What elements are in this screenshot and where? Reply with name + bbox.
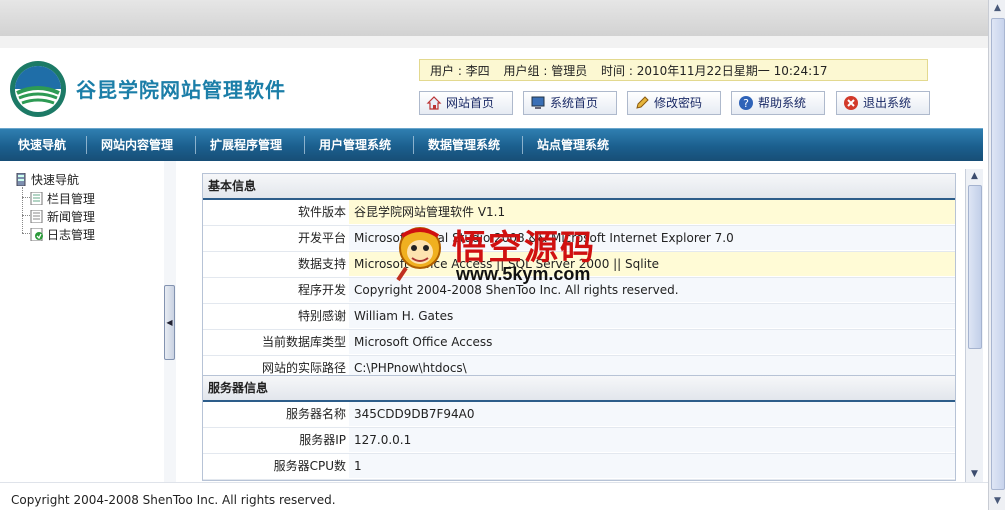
change-password-label: 修改密码 <box>654 96 703 110</box>
copyright-text: Copyright 2004-2008 ShenToo Inc. All rig… <box>11 493 336 507</box>
top-band <box>0 0 988 36</box>
sidebar-item-label: 新闻管理 <box>47 210 96 224</box>
table-row: 当前数据库类型 Microsoft Office Access <box>203 330 955 356</box>
watermark-url: www.5kym.com <box>456 264 591 284</box>
help-button[interactable]: ? 帮助系统 <box>731 91 825 115</box>
row-label: 数据支持 <box>297 257 346 271</box>
table-row: 服务器名称 345CDD9DB7F94A0 <box>203 402 955 428</box>
nav-extensions[interactable]: 扩展程序管理 <box>210 129 282 161</box>
watermark-text: 悟空源码 <box>452 228 596 268</box>
top-band-lower <box>0 36 988 48</box>
log-icon <box>30 227 44 242</box>
nav-separator <box>195 136 196 154</box>
row-label: 特别感谢 <box>297 309 346 323</box>
logout-label: 退出系统 <box>863 96 912 110</box>
main-nav-bar: 快速导航 网站内容管理 扩展程序管理 用户管理系统 数据管理系统 站点管理系统 <box>0 128 983 161</box>
scroll-down-icon[interactable]: ▼ <box>990 494 1005 509</box>
scroll-up-icon[interactable]: ▲ <box>990 1 1005 16</box>
server-info-title: 服务器信息 <box>203 376 955 402</box>
sidebar-tree: 快速导航 栏目管理 新闻管理 日志管理 <box>0 161 165 482</box>
user-info-bar: 用户 : 李四 用户组 : 管理员 时间 : 2010年11月22日星期一 10… <box>419 59 928 81</box>
main-content: 基本信息 软件版本 谷昆学院网站管理软件 V1.1 开发平台 Microsoft… <box>176 161 984 482</box>
sidebar-item-news[interactable]: 新闻管理 <box>30 208 95 225</box>
nav-separator <box>522 136 523 154</box>
nav-quick[interactable]: 快速导航 <box>18 129 66 161</box>
help-icon: ? <box>738 95 754 111</box>
site-home-label: 网站首页 <box>446 96 495 110</box>
row-label: 当前数据库类型 <box>261 335 346 349</box>
chevron-left-icon: ◀ <box>166 318 173 327</box>
table-row: 特别感谢 William H. Gates <box>203 304 955 330</box>
change-password-button[interactable]: 修改密码 <box>627 91 721 115</box>
footer: Copyright 2004-2008 ShenToo Inc. All rig… <box>0 482 988 511</box>
user-group: 用户组 : 管理员 <box>503 64 588 78</box>
nav-users[interactable]: 用户管理系统 <box>319 129 391 161</box>
tree-root-label: 快速导航 <box>31 173 80 187</box>
tree-line <box>22 233 30 234</box>
scroll-down-icon[interactable]: ▼ <box>967 467 982 482</box>
system-home-label: 系统首页 <box>550 96 599 110</box>
nav-separator <box>86 136 87 154</box>
user-name: 用户 : 李四 <box>430 64 490 78</box>
row-label: 程序开发 <box>297 283 346 297</box>
sidebar-item-label: 栏目管理 <box>47 192 96 206</box>
row-value: 127.0.0.1 <box>349 428 955 452</box>
tree-root-quick-nav[interactable]: 快速导航 <box>14 171 79 188</box>
help-label: 帮助系统 <box>758 96 807 110</box>
row-value: Microsoft Office Access <box>349 330 955 354</box>
current-time: 时间 : 2010年11月22日星期一 10:24:17 <box>601 64 828 78</box>
nav-data[interactable]: 数据管理系统 <box>428 129 500 161</box>
tree-line <box>22 187 23 233</box>
server-icon <box>14 172 28 187</box>
monkey-logo-icon <box>396 227 441 282</box>
site-home-button[interactable]: 网站首页 <box>419 91 513 115</box>
table-row: 服务器IP 127.0.0.1 <box>203 428 955 454</box>
site-logo <box>10 61 66 117</box>
window-scrollbar[interactable]: ▲ ▼ <box>988 0 1005 510</box>
sidebar-item-label: 日志管理 <box>47 228 96 242</box>
row-label: 服务器CPU数 <box>273 459 346 473</box>
row-value: 345CDD9DB7F94A0 <box>349 402 955 426</box>
nav-separator <box>413 136 414 154</box>
server-info-panel: 服务器信息 服务器名称 345CDD9DB7F94A0 服务器IP 127.0.… <box>202 375 956 481</box>
logout-button[interactable]: 退出系统 <box>836 91 930 115</box>
tree-line <box>22 215 30 216</box>
svg-text:?: ? <box>743 97 749 110</box>
tree-line <box>22 197 30 198</box>
collapse-sidebar-handle[interactable]: ◀ <box>164 285 175 360</box>
content-scrollbar[interactable]: ▲ ▼ <box>965 169 983 482</box>
computer-icon <box>530 95 546 111</box>
system-home-button[interactable]: 系统首页 <box>523 91 617 115</box>
row-label: 服务器名称 <box>285 407 346 421</box>
document-icon <box>30 209 44 224</box>
sidebar-item-logs[interactable]: 日志管理 <box>30 226 95 243</box>
basic-info-title: 基本信息 <box>203 174 955 200</box>
scroll-thumb[interactable] <box>968 185 982 349</box>
nav-separator <box>304 136 305 154</box>
nav-content[interactable]: 网站内容管理 <box>101 129 173 161</box>
pencil-icon <box>634 95 650 111</box>
document-icon <box>30 191 44 206</box>
watermark: 悟空源码 www.5kym.com <box>392 220 622 292</box>
row-label: 服务器IP <box>299 433 346 447</box>
table-row: 服务器CPU数 1 <box>203 454 955 480</box>
sidebar-item-columns[interactable]: 栏目管理 <box>30 190 95 207</box>
row-value: 1 <box>349 454 955 478</box>
row-label: 软件版本 <box>297 205 346 219</box>
row-label: 开发平台 <box>297 231 346 245</box>
exit-icon <box>843 95 859 111</box>
site-title: 谷昆学院网站管理软件 <box>76 78 286 102</box>
home-icon <box>426 95 442 111</box>
row-value: William H. Gates <box>349 304 955 328</box>
nav-sites[interactable]: 站点管理系统 <box>537 129 609 161</box>
scroll-thumb[interactable] <box>991 18 1005 490</box>
scroll-up-icon[interactable]: ▲ <box>967 169 982 184</box>
